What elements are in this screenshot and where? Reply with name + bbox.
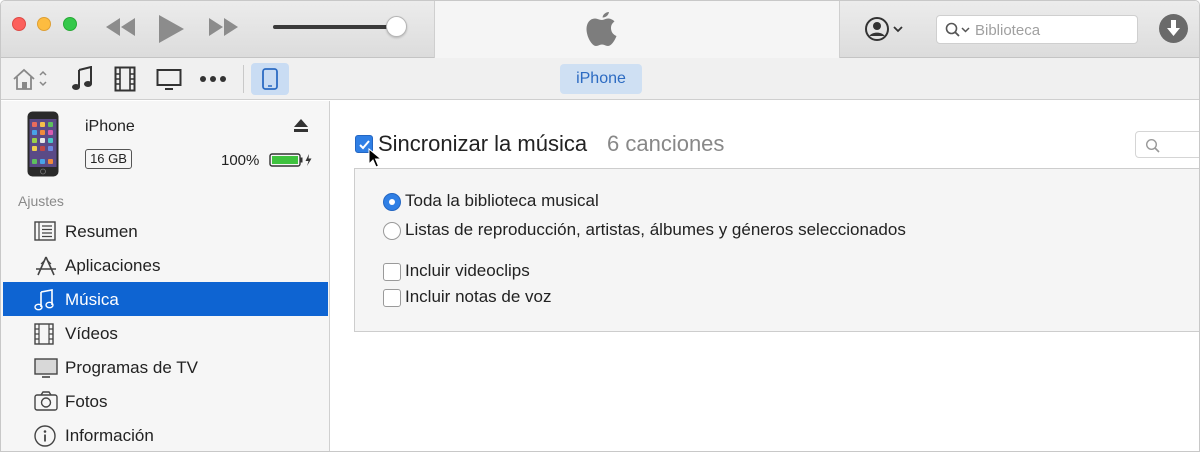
status-display: [434, 1, 840, 58]
battery-charging-icon: [269, 152, 315, 173]
sidebar-item-label: Resumen: [65, 222, 138, 241]
close-window-button[interactable]: [12, 17, 26, 31]
music-search-field[interactable]: [1135, 131, 1199, 158]
iphone-device-icon: [27, 111, 59, 182]
summary-icon: [34, 221, 56, 246]
sidebar-item-label: Fotos: [65, 392, 108, 411]
capacity-badge: 16 GB: [85, 149, 132, 169]
library-search-field[interactable]: [936, 15, 1138, 44]
sidebar: iPhone 16 GB 100% Ajustes Resumen Aplica…: [1, 101, 330, 451]
title-bar: [1, 1, 1199, 58]
home-icon[interactable]: [11, 66, 51, 97]
include-videoclips-label: Incluir videoclips: [405, 261, 530, 280]
info-icon: [34, 425, 56, 451]
camera-icon: [34, 391, 58, 416]
sidebar-item-informacion[interactable]: Información: [3, 418, 328, 451]
sidebar-item-videos[interactable]: Vídeos: [3, 316, 328, 350]
sidebar-item-label: Música: [65, 290, 119, 309]
selected-items-label: Listas de reproducción, artistas, álbume…: [405, 220, 906, 239]
more-icon[interactable]: [199, 66, 227, 97]
sidebar-item-programas-tv[interactable]: Programas de TV: [3, 350, 328, 384]
music-settings-panel: Sincronizar la música 6 canciones Toda l…: [331, 101, 1199, 451]
search-icon: [945, 22, 973, 43]
sidebar-item-label: Aplicaciones: [65, 256, 161, 275]
tv-icon: [34, 357, 58, 384]
device-button[interactable]: iPhone: [560, 64, 642, 94]
apple-logo-icon: [585, 9, 619, 54]
tv-icon[interactable]: [156, 66, 182, 97]
battery-percentage: 100%: [221, 152, 260, 169]
sidebar-item-label: Vídeos: [65, 324, 118, 343]
sidebar-item-label: Información: [65, 426, 154, 445]
play-icon[interactable]: [156, 14, 186, 44]
volume-slider[interactable]: [273, 25, 399, 29]
include-voice-notes-label: Incluir notas de voz: [405, 287, 552, 306]
include-videoclips-checkbox[interactable]: [383, 263, 401, 281]
film-icon: [34, 323, 54, 350]
device-name: iPhone: [85, 118, 135, 135]
account-icon[interactable]: [865, 16, 907, 47]
search-input[interactable]: [975, 20, 1125, 40]
eject-icon[interactable]: [293, 119, 309, 138]
song-count: 6 canciones: [607, 131, 725, 156]
iphone-icon[interactable]: [251, 63, 289, 95]
sidebar-item-musica[interactable]: Música: [3, 282, 328, 316]
toolbar-divider: [243, 65, 244, 93]
selected-items-radio[interactable]: [383, 222, 401, 240]
fast-forward-icon[interactable]: [206, 14, 240, 40]
sync-options-panel: Toda la biblioteca musical Listas de rep…: [354, 168, 1199, 332]
include-voice-notes-checkbox[interactable]: [383, 289, 401, 307]
apps-icon: [34, 255, 58, 282]
entire-library-radio[interactable]: [383, 193, 401, 211]
itunes-window: iPhone: [0, 0, 1200, 452]
download-icon[interactable]: [1159, 14, 1188, 43]
film-icon[interactable]: [114, 66, 136, 97]
maximize-window-button[interactable]: [63, 17, 77, 31]
sidebar-item-label: Programas de TV: [65, 358, 198, 377]
volume-knob[interactable]: [386, 16, 407, 37]
rewind-icon[interactable]: [104, 14, 138, 40]
music-note-icon[interactable]: [71, 65, 93, 97]
sidebar-item-resumen[interactable]: Resumen: [3, 214, 328, 248]
settings-section-label: Ajustes: [18, 193, 64, 209]
sidebar-item-aplicaciones[interactable]: Aplicaciones: [3, 248, 328, 282]
sidebar-item-fotos[interactable]: Fotos: [3, 384, 328, 418]
music-note-icon: [34, 289, 54, 316]
entire-library-label: Toda la biblioteca musical: [405, 191, 599, 210]
sync-music-label: Sincronizar la música: [378, 131, 588, 156]
minimize-window-button[interactable]: [37, 17, 51, 31]
media-toolbar: iPhone: [1, 58, 1199, 100]
